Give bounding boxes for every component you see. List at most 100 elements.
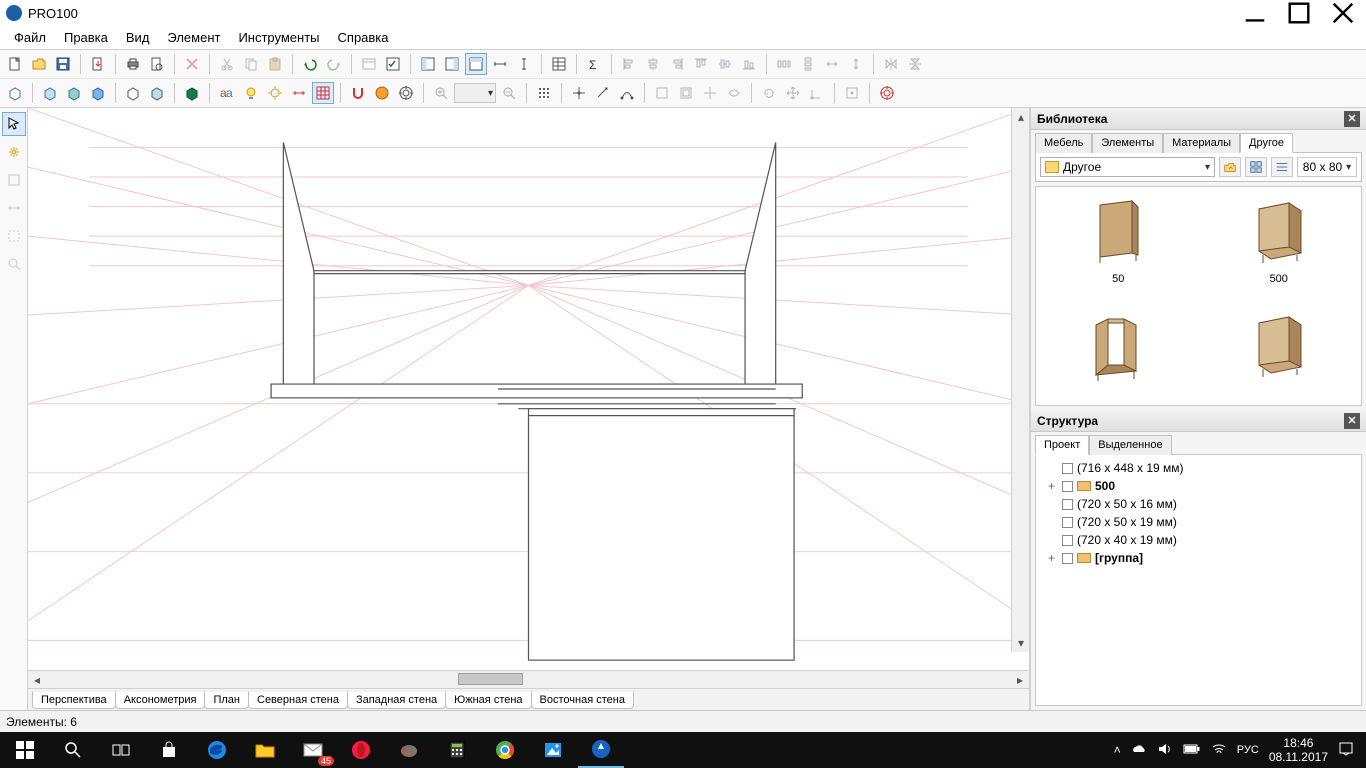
tray-chevron-up-icon[interactable]: ˄ <box>1114 743 1121 757</box>
menu-tools[interactable]: Инструменты <box>230 28 327 47</box>
menu-edit[interactable]: Правка <box>56 28 116 47</box>
panel-tool-icon[interactable] <box>2 168 26 192</box>
target-red-icon[interactable] <box>876 82 898 104</box>
library-item[interactable]: 500 <box>1201 191 1358 301</box>
move-icon[interactable] <box>782 82 804 104</box>
structure-tab-selected[interactable]: Выделенное <box>1089 435 1171 455</box>
dimension-tool-icon[interactable] <box>2 196 26 220</box>
tree-row[interactable]: (720 x 40 x 19 мм) <box>1040 531 1357 549</box>
viewtab-north[interactable]: Северная стена <box>248 691 348 709</box>
vertical-scrollbar[interactable]: ▴ ▾ <box>1011 108 1029 652</box>
lib-tab-furniture[interactable]: Мебель <box>1035 133 1092 153</box>
lock-square-icon[interactable] <box>841 82 863 104</box>
opera-icon[interactable] <box>338 732 384 768</box>
tree-checkbox[interactable] <box>1062 535 1073 546</box>
edit-path-icon[interactable] <box>616 82 638 104</box>
tray-battery-icon[interactable] <box>1183 743 1201 758</box>
structure-tab-project[interactable]: Проект <box>1035 435 1089 455</box>
tree-checkbox[interactable] <box>1062 481 1073 492</box>
view3d-2-icon[interactable] <box>39 82 61 104</box>
viewtab-axo[interactable]: Аксонометрия <box>115 691 206 709</box>
sum-icon[interactable]: Σ <box>583 53 605 75</box>
library-view1-button[interactable] <box>1245 157 1267 177</box>
tray-wifi-icon[interactable] <box>1211 741 1227 760</box>
tree-row[interactable]: (720 x 50 x 19 мм) <box>1040 513 1357 531</box>
space-h-icon[interactable] <box>821 53 843 75</box>
snap1-icon[interactable] <box>651 82 673 104</box>
viewtab-perspective[interactable]: Перспектива <box>32 691 116 709</box>
viewport-3d[interactable]: ▴ ▾ <box>28 108 1029 670</box>
light-tool-icon[interactable] <box>2 140 26 164</box>
zoom-dropdown[interactable]: ▾ <box>454 83 496 103</box>
window-maximize-button[interactable] <box>1286 3 1312 23</box>
tray-notifications-icon[interactable] <box>1338 741 1354 760</box>
align-left-icon[interactable] <box>618 53 640 75</box>
space-v-icon[interactable] <box>845 53 867 75</box>
undo-icon[interactable] <box>299 53 321 75</box>
structure-close-button[interactable]: ✕ <box>1344 413 1360 429</box>
collision-icon[interactable] <box>371 82 393 104</box>
save-file-icon[interactable] <box>52 53 74 75</box>
align-bottom-icon[interactable] <box>738 53 760 75</box>
dimension-width-icon[interactable] <box>489 53 511 75</box>
open-file-icon[interactable] <box>28 53 50 75</box>
tray-clock[interactable]: 18:46 08.11.2017 <box>1269 736 1328 765</box>
structure-tree[interactable]: (716 x 448 x 19 мм)+500(720 x 50 x 16 мм… <box>1035 454 1362 706</box>
distribute-v-icon[interactable] <box>797 53 819 75</box>
table-icon[interactable] <box>548 53 570 75</box>
horizontal-scrollbar[interactable]: ◂ ▸ <box>28 670 1029 688</box>
tray-onedrive-icon[interactable] <box>1131 741 1147 760</box>
scroll-down-icon[interactable]: ▾ <box>1013 634 1029 652</box>
magnet-icon[interactable] <box>347 82 369 104</box>
library-close-button[interactable]: ✕ <box>1344 111 1360 127</box>
search-icon[interactable] <box>50 732 96 768</box>
paint-icon[interactable] <box>386 732 432 768</box>
tree-expander[interactable]: + <box>1048 479 1058 493</box>
viewtab-west[interactable]: Западная стена <box>347 691 446 709</box>
redo-icon[interactable] <box>323 53 345 75</box>
view3d-1-icon[interactable] <box>4 82 26 104</box>
library-thumb-size[interactable]: 80 x 80▾ <box>1297 157 1357 177</box>
store-icon[interactable] <box>146 732 192 768</box>
paste-icon[interactable] <box>264 53 286 75</box>
scroll-up-icon[interactable]: ▴ <box>1013 108 1029 126</box>
snap4-icon[interactable] <box>723 82 745 104</box>
lib-tab-other[interactable]: Другое <box>1240 133 1293 153</box>
checklist-icon[interactable] <box>382 53 404 75</box>
delete-icon[interactable] <box>181 53 203 75</box>
tray-volume-icon[interactable] <box>1157 741 1173 760</box>
tray-language[interactable]: РУС <box>1237 744 1259 756</box>
panel2-icon[interactable] <box>441 53 463 75</box>
view3d-3-icon[interactable] <box>63 82 85 104</box>
target-icon[interactable] <box>395 82 417 104</box>
start-button[interactable] <box>2 732 48 768</box>
panel1-icon[interactable] <box>417 53 439 75</box>
measure-icon[interactable] <box>288 82 310 104</box>
tree-row[interactable]: (716 x 448 x 19 мм) <box>1040 459 1357 477</box>
pointer-tool-icon[interactable] <box>2 112 26 136</box>
view3d-5-icon[interactable] <box>122 82 144 104</box>
print-icon[interactable] <box>122 53 144 75</box>
library-item[interactable] <box>1040 305 1197 406</box>
scroll-right-icon[interactable]: ▸ <box>1011 672 1029 688</box>
lib-tab-elements[interactable]: Элементы <box>1092 133 1163 153</box>
scroll-left-icon[interactable]: ◂ <box>28 672 46 688</box>
flip-v-icon[interactable] <box>904 53 926 75</box>
window-minimize-button[interactable] <box>1242 3 1268 23</box>
axis-x-icon[interactable] <box>568 82 590 104</box>
photos-icon[interactable] <box>530 732 576 768</box>
library-up-folder-button[interactable] <box>1219 157 1241 177</box>
dimension-height-icon[interactable] <box>513 53 535 75</box>
tree-row[interactable]: (720 x 50 x 16 мм) <box>1040 495 1357 513</box>
region-tool-icon[interactable] <box>2 224 26 248</box>
zoom-out-icon[interactable] <box>498 82 520 104</box>
align-center-h-icon[interactable] <box>642 53 664 75</box>
window-close-button[interactable] <box>1330 3 1356 23</box>
origin-icon[interactable] <box>806 82 828 104</box>
tree-expander[interactable]: + <box>1048 551 1058 565</box>
tree-row[interactable]: +500 <box>1040 477 1357 495</box>
snap3-icon[interactable] <box>699 82 721 104</box>
import-icon[interactable] <box>87 53 109 75</box>
zoom-tool-icon[interactable] <box>2 252 26 276</box>
tree-checkbox[interactable] <box>1062 517 1073 528</box>
